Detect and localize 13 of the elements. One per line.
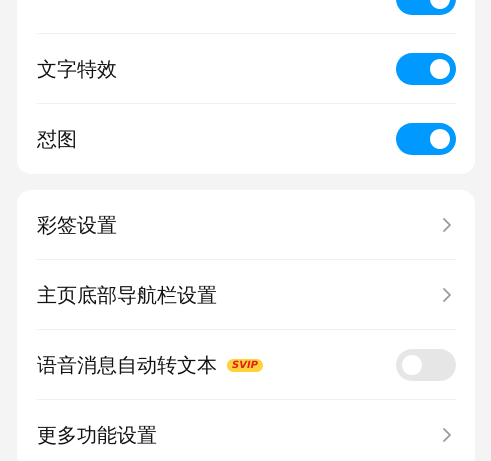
setting-label: 文字特效 bbox=[37, 56, 117, 82]
toggle-switch[interactable] bbox=[396, 349, 456, 381]
toggle-switch[interactable] bbox=[396, 53, 456, 85]
setting-label: 彩签设置 bbox=[37, 212, 117, 238]
toggle-switch[interactable] bbox=[396, 123, 456, 155]
setting-label: 更多功能设置 bbox=[37, 422, 157, 448]
chevron-right-icon[interactable] bbox=[442, 427, 452, 443]
chevron-right-icon[interactable] bbox=[442, 287, 452, 303]
chevron-right-icon[interactable] bbox=[442, 217, 452, 233]
setting-label: 怼图 bbox=[37, 126, 77, 152]
svip-badge: SVIP bbox=[227, 358, 263, 372]
setting-label: 语音消息自动转文本 bbox=[37, 352, 217, 378]
setting-label: 主页底部导航栏设置 bbox=[37, 282, 217, 308]
